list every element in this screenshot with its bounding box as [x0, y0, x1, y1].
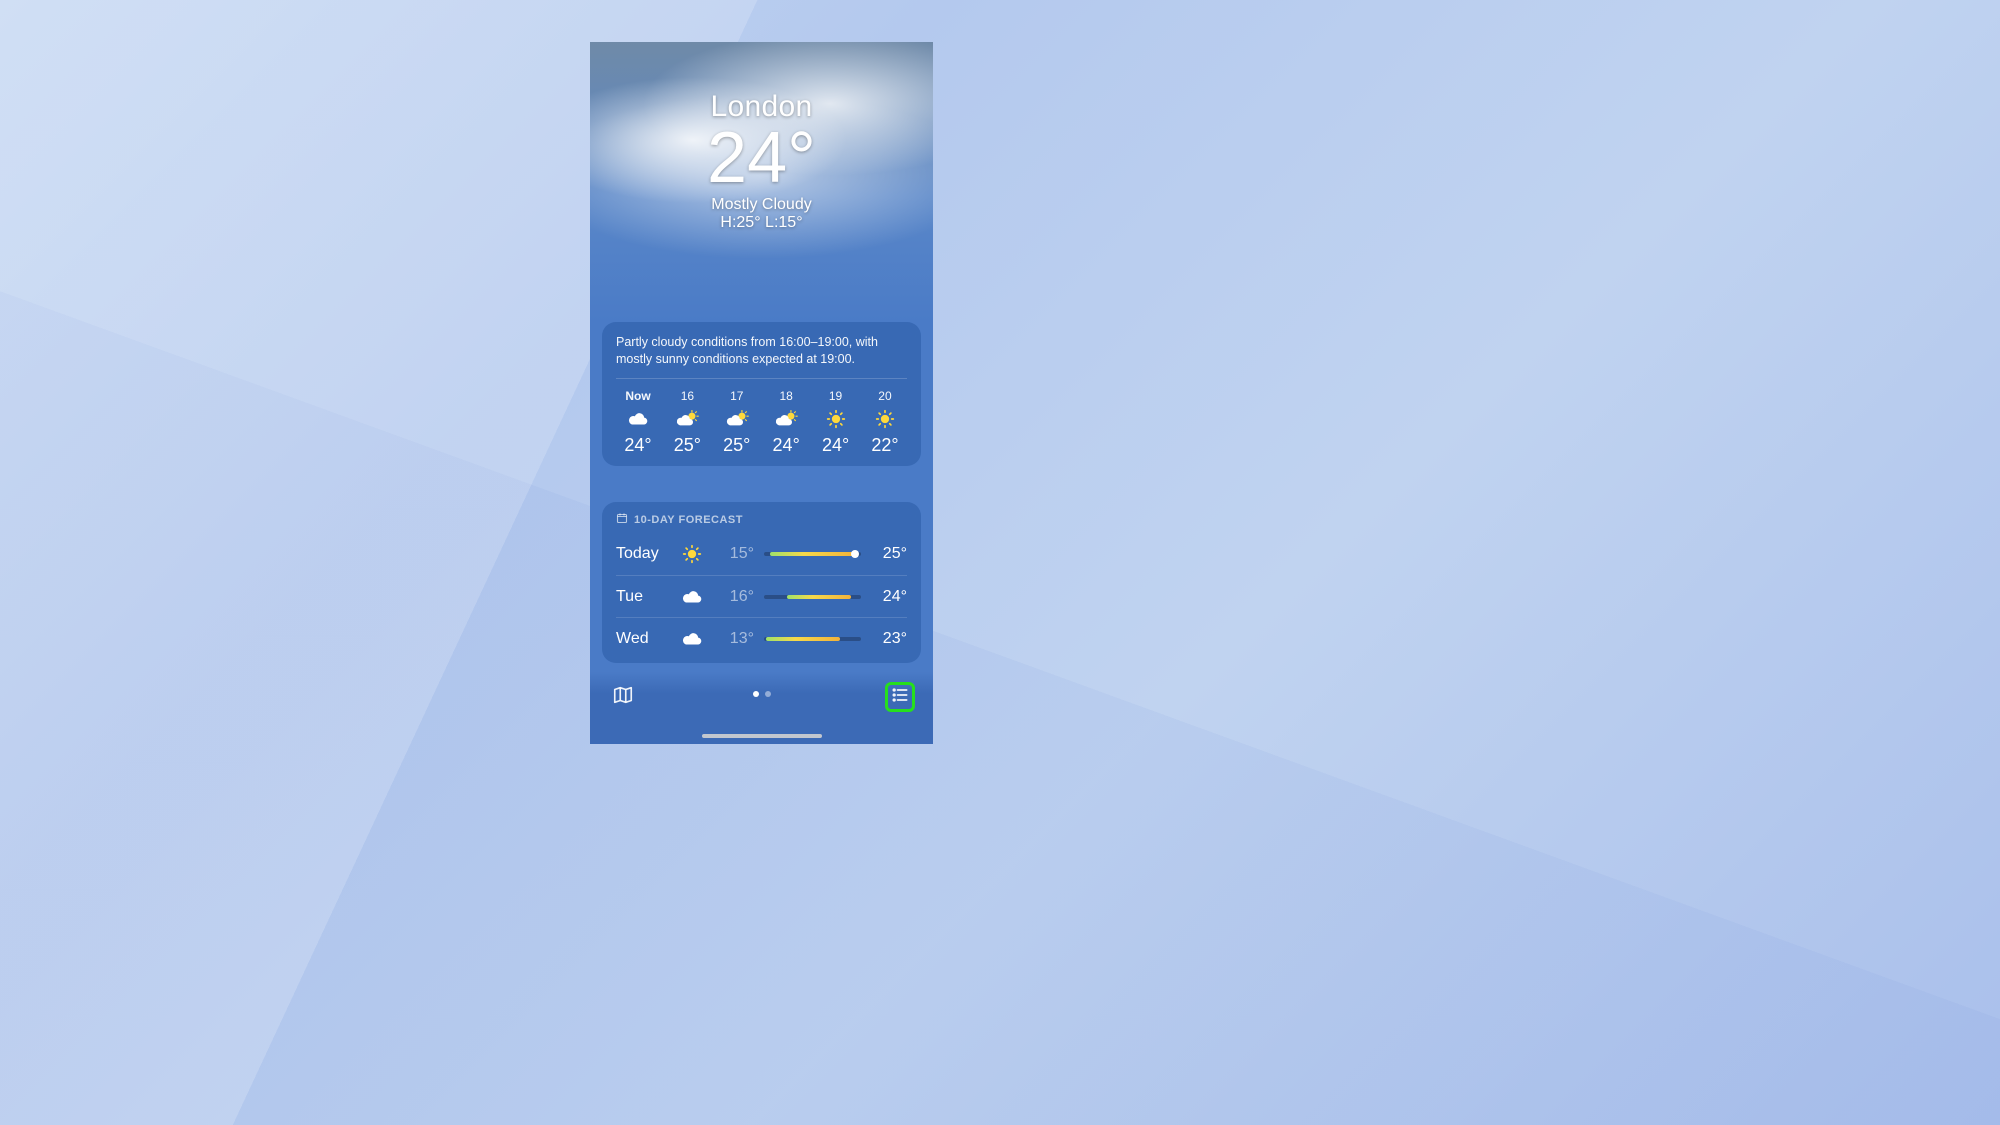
hourly-forecast-card[interactable]: Partly cloudy conditions from 16:00–19:0… [602, 322, 921, 466]
hour-temp: 25° [723, 435, 750, 456]
daily-title: 10-DAY FORECAST [616, 512, 907, 533]
day-low: 16° [710, 588, 754, 606]
map-button[interactable] [608, 682, 638, 712]
hourly-row: Now 24° 16 25° 17 25° 18 24° 19 24° 20 22° [616, 379, 907, 456]
hourly-item[interactable]: 20 22° [863, 389, 907, 456]
partly-sunny-icon [725, 409, 749, 429]
page-dots[interactable] [753, 691, 771, 697]
day-high: 23° [871, 630, 907, 648]
hour-temp: 22° [871, 435, 898, 456]
calendar-icon [616, 512, 628, 527]
hourly-item[interactable]: 16 25° [665, 389, 709, 456]
daily-row[interactable]: Today 15° 25° [616, 533, 907, 575]
day-label: Today [616, 545, 678, 563]
hourly-item[interactable]: Now 24° [616, 389, 660, 456]
list-icon [890, 685, 910, 710]
hour-label: 17 [730, 389, 743, 403]
day-low: 13° [710, 630, 754, 648]
daily-title-text: 10-DAY FORECAST [634, 514, 743, 526]
hour-label: 19 [829, 389, 842, 403]
cloud-icon [627, 409, 649, 429]
hour-label: Now [625, 389, 650, 403]
daily-forecast-card[interactable]: 10-DAY FORECAST Today 15° 25° Tue 16° 24° Wed 1… [602, 502, 921, 663]
home-indicator[interactable] [702, 734, 822, 738]
sun-icon [875, 409, 895, 429]
day-high: 25° [871, 545, 907, 563]
current-condition: Mostly Cloudy [590, 196, 933, 214]
temp-range-bar [764, 637, 861, 641]
hour-label: 20 [878, 389, 891, 403]
hourly-item[interactable]: 17 25° [715, 389, 759, 456]
hourly-item[interactable]: 18 24° [764, 389, 808, 456]
sun-icon [826, 409, 846, 429]
hour-temp: 24° [822, 435, 849, 456]
hour-label: 16 [681, 389, 694, 403]
temp-range-bar [764, 595, 861, 599]
hour-temp: 25° [674, 435, 701, 456]
hour-label: 18 [779, 389, 792, 403]
temp-range-bar [764, 552, 861, 556]
cloud-icon [678, 589, 706, 605]
weather-app-screen: London 24° Mostly Cloudy H:25° L:15° Par… [590, 42, 933, 744]
hour-temp: 24° [624, 435, 651, 456]
page-dot[interactable] [753, 691, 759, 697]
daily-row[interactable]: Wed 13° 23° [616, 617, 907, 659]
page-dot[interactable] [765, 691, 771, 697]
day-high: 24° [871, 588, 907, 606]
sun-icon [678, 544, 706, 564]
hourly-summary: Partly cloudy conditions from 16:00–19:0… [616, 334, 907, 379]
partly-sunny-icon [675, 409, 699, 429]
current-temperature: 24° [590, 122, 933, 194]
daily-row[interactable]: Tue 16° 24° [616, 575, 907, 617]
current-conditions: London 24° Mostly Cloudy H:25° L:15° [590, 90, 933, 232]
cloud-icon [678, 631, 706, 647]
hour-temp: 24° [773, 435, 800, 456]
hourly-item[interactable]: 19 24° [814, 389, 858, 456]
day-low: 15° [710, 545, 754, 563]
locations-list-button[interactable] [885, 682, 915, 712]
day-label: Wed [616, 630, 678, 648]
day-label: Tue [616, 588, 678, 606]
map-icon [612, 684, 634, 711]
high-low: H:25° L:15° [590, 214, 933, 232]
partly-sunny-icon [774, 409, 798, 429]
